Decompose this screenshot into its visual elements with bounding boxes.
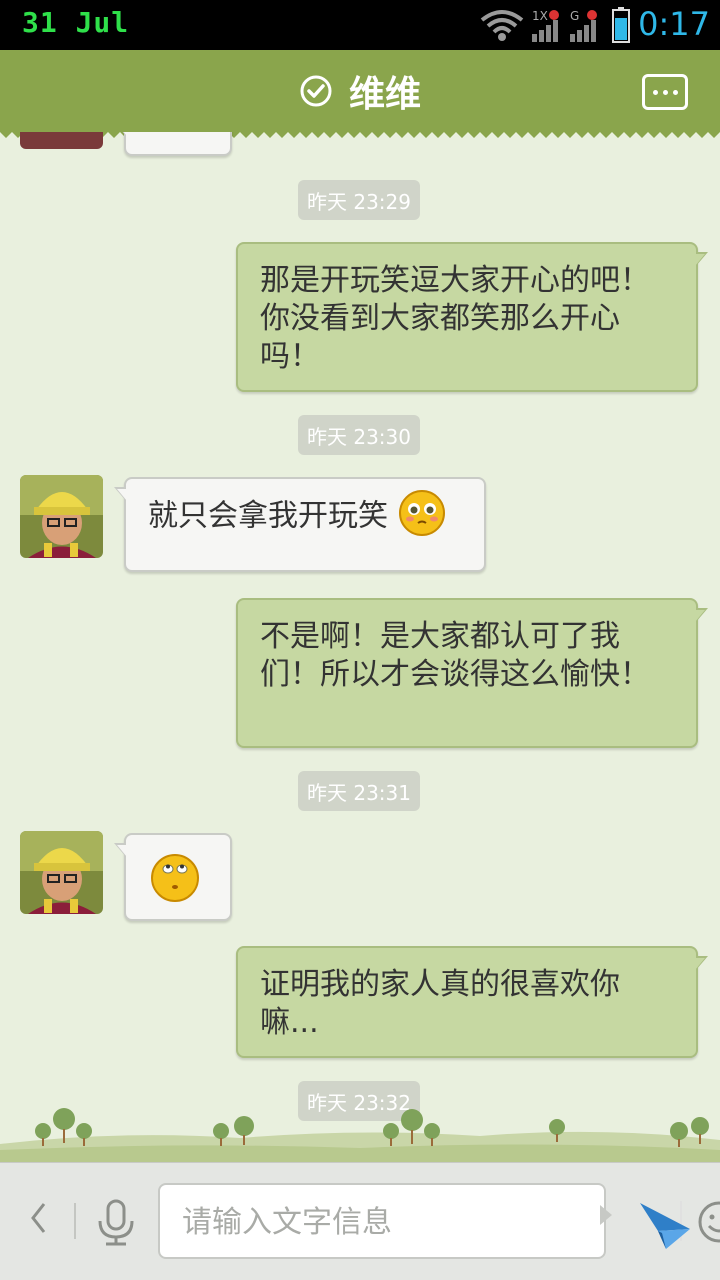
status-bar: 31 Jul 1X G 0:17	[0, 0, 720, 50]
message-bubble-incoming[interactable]: 就只会拿我开玩笑	[114, 477, 486, 572]
timestamp: 昨天 23:31	[298, 771, 420, 811]
network-1-label: 1X	[532, 9, 548, 23]
signal-icon: 1X G	[532, 9, 597, 42]
landscape-decoration	[0, 1108, 720, 1162]
signal-icons-group: 1X G	[480, 7, 630, 43]
more-dot	[662, 89, 668, 95]
status-date: 31 Jul	[22, 6, 130, 39]
message-text: 不是啊！是大家都认可了我们！所以才会谈得这么愉快！	[260, 619, 650, 692]
message-input[interactable]	[182, 1199, 512, 1245]
status-time: 0:17	[638, 5, 710, 43]
message-bubble-outgoing[interactable]: 那是开玩笑逗大家开心的吧！你没看到大家都笑那么开心吗！	[236, 242, 708, 392]
check-circle-icon	[300, 75, 332, 107]
network-2-label: G	[570, 9, 579, 23]
more-dot	[672, 89, 678, 95]
header-title-group: 维维	[0, 50, 720, 132]
wifi-icon	[480, 10, 524, 41]
avatar[interactable]	[20, 831, 103, 914]
message-text: 那是开玩笑逗大家开心的吧！你没看到大家都笑那么开心吗！	[260, 263, 650, 374]
more-options-button[interactable]	[642, 74, 688, 110]
more-dots-icon	[652, 89, 658, 95]
input-bar	[0, 1162, 720, 1280]
back-arrow-icon[interactable]	[18, 1193, 58, 1243]
chat-messages[interactable]: 昨天 23:29 那是开玩笑逗大家开心的吧！你没看到大家都笑那么开心吗！ 昨天 …	[0, 132, 720, 1162]
microphone-icon[interactable]	[92, 1197, 140, 1247]
divider	[74, 1203, 76, 1239]
send-icon[interactable]	[636, 1193, 694, 1253]
battery-icon	[612, 7, 630, 43]
timestamp: 昨天 23:29	[298, 180, 420, 220]
avatar[interactable]	[20, 132, 103, 149]
smiley-icon[interactable]	[696, 1199, 720, 1245]
avatar[interactable]	[20, 475, 103, 558]
pleading-face-icon	[398, 490, 445, 536]
message-bubble-outgoing[interactable]: 不是啊！是大家都认可了我们！所以才会谈得这么愉快！	[236, 598, 708, 748]
message-bubble-incoming[interactable]	[114, 833, 232, 921]
chat-title: 维维	[348, 74, 421, 115]
message-text: 就只会拿我开玩笑	[148, 498, 388, 534]
message-bubble-outgoing[interactable]: 证明我的家人真的很喜欢你嘛...	[236, 946, 708, 1058]
message-text: 证明我的家人真的很喜欢你嘛...	[260, 967, 620, 1040]
input-tail	[600, 1205, 612, 1225]
timestamp: 昨天 23:30	[298, 415, 420, 455]
eye-roll-face-icon	[151, 854, 199, 902]
message-bubble-incoming-partial[interactable]	[114, 132, 232, 156]
message-input-box	[158, 1183, 720, 1259]
